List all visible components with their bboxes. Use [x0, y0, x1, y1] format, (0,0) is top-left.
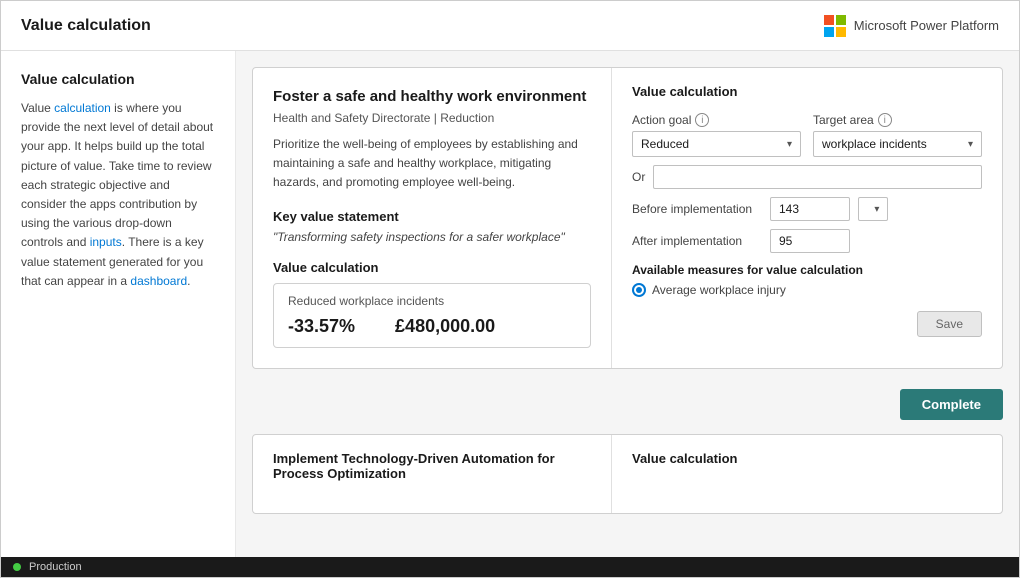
save-row: Save — [632, 311, 982, 337]
action-goal-info-icon[interactable]: i — [695, 113, 709, 127]
target-area-label: Target area i — [813, 113, 982, 127]
card-2-left: Implement Technology-Driven Automation f… — [253, 435, 612, 513]
measure-item[interactable]: Average workplace injury — [632, 283, 982, 297]
measure-label: Average workplace injury — [652, 283, 786, 297]
available-measures: Available measures for value calculation… — [632, 263, 982, 297]
ms-squares-icon — [824, 15, 846, 37]
radio-inner — [636, 287, 642, 293]
before-impl-input[interactable] — [770, 197, 850, 221]
after-impl-label: After implementation — [632, 234, 762, 248]
available-label: Available measures for value calculation — [632, 263, 982, 277]
action-goal-select[interactable]: Reduced ▾ — [632, 131, 801, 157]
result-label: Reduced workplace incidents — [288, 294, 576, 308]
sidebar: Value calculation Value calculation is w… — [1, 51, 236, 557]
card-1-right: Value calculation Action goal i Reduced … — [612, 68, 1002, 368]
card-1-subtitle: Health and Safety Directorate | Reductio… — [273, 111, 591, 125]
sidebar-link-inputs[interactable]: inputs — [90, 235, 122, 249]
card-2-vc-title: Value calculation — [632, 451, 982, 466]
footer: Production — [1, 557, 1019, 577]
before-impl-select[interactable]: ▾ — [858, 197, 888, 221]
action-goal-group: Action goal i Reduced ▾ — [632, 113, 801, 157]
before-impl-arrow-icon: ▾ — [874, 204, 879, 215]
or-row: Or — [632, 165, 982, 189]
sidebar-link-dashboard[interactable]: dashboard — [130, 274, 187, 288]
measure-radio[interactable] — [632, 283, 646, 297]
sidebar-text: Value calculation is where you provide t… — [21, 99, 215, 291]
after-impl-row: After implementation — [632, 229, 982, 253]
card-1: Foster a safe and healthy work environme… — [252, 67, 1003, 369]
sidebar-title: Value calculation — [21, 71, 215, 87]
target-area-arrow-icon: ▾ — [968, 139, 973, 150]
key-value-text: "Transforming safety inspections for a s… — [273, 230, 591, 244]
target-area-info-icon[interactable]: i — [878, 113, 892, 127]
action-goal-arrow-icon: ▾ — [787, 139, 792, 150]
before-impl-label: Before implementation — [632, 202, 762, 216]
cards-area: Foster a safe and healthy work environme… — [236, 51, 1019, 557]
card-1-description: Prioritize the well-being of employees b… — [273, 135, 591, 193]
or-input[interactable] — [653, 165, 982, 189]
ms-brand-text: Microsoft Power Platform — [854, 18, 999, 33]
save-button[interactable]: Save — [917, 311, 982, 337]
result-pct: -33.57% — [288, 316, 355, 337]
ms-sq4 — [836, 27, 846, 37]
card-2-right: Value calculation — [612, 435, 1002, 513]
card-2: Implement Technology-Driven Automation f… — [252, 434, 1003, 514]
action-goal-label: Action goal i — [632, 113, 801, 127]
page-title: Value calculation — [21, 17, 151, 35]
before-impl-row: Before implementation ▾ — [632, 197, 982, 221]
card-1-left: Foster a safe and healthy work environme… — [253, 68, 612, 368]
card-1-title: Foster a safe and healthy work environme… — [273, 88, 591, 105]
ms-sq3 — [824, 27, 834, 37]
or-label: Or — [632, 170, 645, 184]
ms-sq1 — [824, 15, 834, 25]
complete-button[interactable]: Complete — [900, 389, 1003, 420]
key-value-label: Key value statement — [273, 209, 591, 224]
ms-sq2 — [836, 15, 846, 25]
sidebar-link-calculation[interactable]: calculation — [54, 101, 111, 115]
vc-panel-title: Value calculation — [632, 84, 982, 99]
form-row-goals: Action goal i Reduced ▾ Target area — [632, 113, 982, 157]
complete-area: Complete — [252, 381, 1003, 422]
target-area-select[interactable]: workplace incidents ▾ — [813, 131, 982, 157]
value-calc-box: Reduced workplace incidents -33.57% £480… — [273, 283, 591, 348]
result-money: £480,000.00 — [395, 316, 495, 337]
after-impl-input[interactable] — [770, 229, 850, 253]
footer-status: Production — [29, 561, 82, 573]
card-2-title: Implement Technology-Driven Automation f… — [273, 451, 591, 481]
status-indicator — [13, 563, 21, 571]
ms-logo: Microsoft Power Platform — [824, 15, 999, 37]
value-calc-label: Value calculation — [273, 260, 591, 275]
target-area-group: Target area i workplace incidents ▾ — [813, 113, 982, 157]
